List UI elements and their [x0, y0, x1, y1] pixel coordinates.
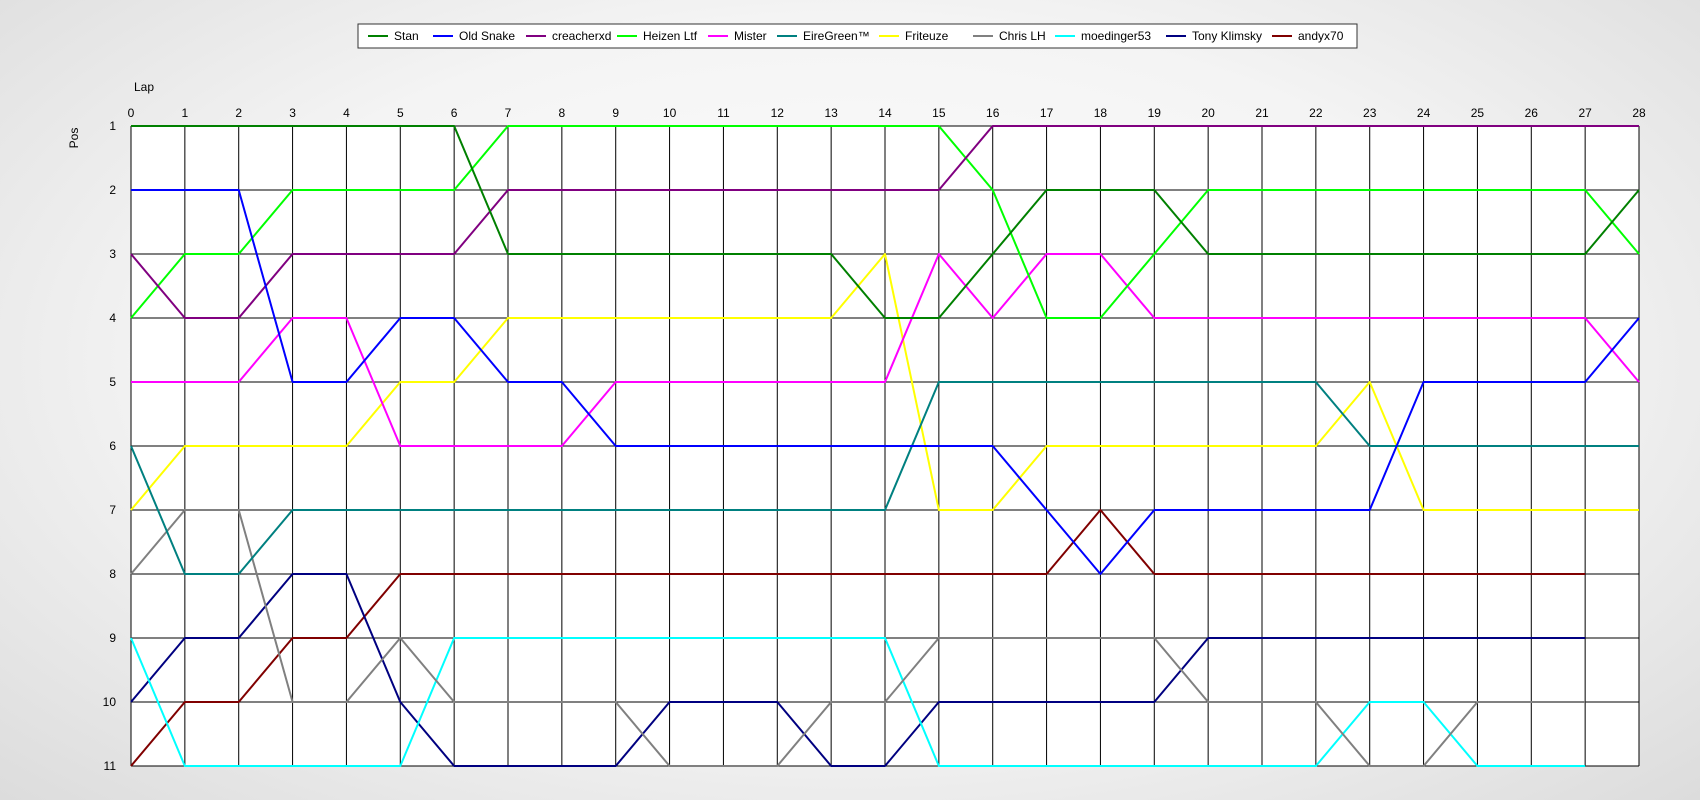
legend-entry: Heizen Ltf [643, 29, 698, 43]
x-tick-label: 28 [1632, 106, 1646, 120]
x-tick-label: 13 [824, 106, 838, 120]
x-tick-label: 19 [1148, 106, 1162, 120]
x-tick-label: 17 [1040, 106, 1054, 120]
y-tick-label: 7 [109, 503, 116, 517]
y-tick-label: 5 [109, 375, 116, 389]
y-tick-label: 6 [109, 439, 116, 453]
x-tick-label: 8 [559, 106, 566, 120]
x-tick-label: 20 [1201, 106, 1215, 120]
y-tick-label: 4 [109, 311, 116, 325]
y-tick-label: 11 [104, 759, 117, 773]
x-tick-label: 4 [343, 106, 350, 120]
x-tick-label: 0 [128, 106, 135, 120]
legend: Stan Old Snake creacherxd Heizen Ltf Mister E… [357, 23, 1358, 49]
y-tick-label: 10 [103, 695, 117, 709]
x-tick-label: 6 [451, 106, 458, 120]
x-tick-label: 10 [663, 106, 677, 120]
x-tick-label: 15 [932, 106, 946, 120]
plot-area: 0 1 2 3 4 5 6 7 8 9 10 11 12 13 14 15 16 17 18 19 20 21 22 23 24… [103, 106, 1646, 773]
legend-entry: moedinger53 [1081, 29, 1151, 43]
y-tick-label: 3 [109, 247, 116, 261]
y-tick-label: 1 [109, 119, 116, 133]
legend-entry: EireGreen™ [803, 29, 870, 43]
x-tick-label: 16 [986, 106, 1000, 120]
x-tick-label: 5 [397, 106, 404, 120]
legend-entry: Chris LH [999, 29, 1046, 43]
x-tick-label: 23 [1363, 106, 1377, 120]
x-tick-label: 12 [771, 106, 785, 120]
y-tick-label: 9 [109, 631, 116, 645]
y-tick-label: 8 [109, 567, 116, 581]
x-tick-label: 1 [182, 106, 189, 120]
x-axis-label: Lap [134, 80, 154, 94]
x-tick-label: 27 [1578, 106, 1592, 120]
legend-entry: creacherxd [552, 29, 611, 43]
x-tick-label: 2 [235, 106, 242, 120]
x-tick-label: 9 [612, 106, 619, 120]
legend-entry: Old Snake [459, 29, 515, 43]
x-tick-label: 7 [505, 106, 512, 120]
legend-entry: Stan [394, 29, 419, 43]
x-tick-label: 25 [1471, 106, 1485, 120]
legend-entry: Mister [734, 29, 767, 43]
y-tick-label: 2 [109, 183, 116, 197]
legend-entry: andyx70 [1298, 29, 1344, 43]
x-tick-label: 11 [717, 106, 730, 120]
x-tick-label: 21 [1255, 106, 1269, 120]
x-tick-label: 14 [878, 106, 892, 120]
y-axis-label: Pos [67, 128, 81, 149]
legend-entry: Tony Klimsky [1192, 29, 1262, 43]
x-tick-label: 3 [289, 106, 296, 120]
x-tick-label: 18 [1094, 106, 1108, 120]
x-tick-label: 22 [1309, 106, 1323, 120]
position-chart: Stan Old Snake creacherxd Heizen Ltf Mister E… [67, 23, 1646, 773]
x-tick-label: 26 [1525, 106, 1539, 120]
legend-entry: Friteuze [905, 29, 949, 43]
x-tick-label: 24 [1417, 106, 1431, 120]
